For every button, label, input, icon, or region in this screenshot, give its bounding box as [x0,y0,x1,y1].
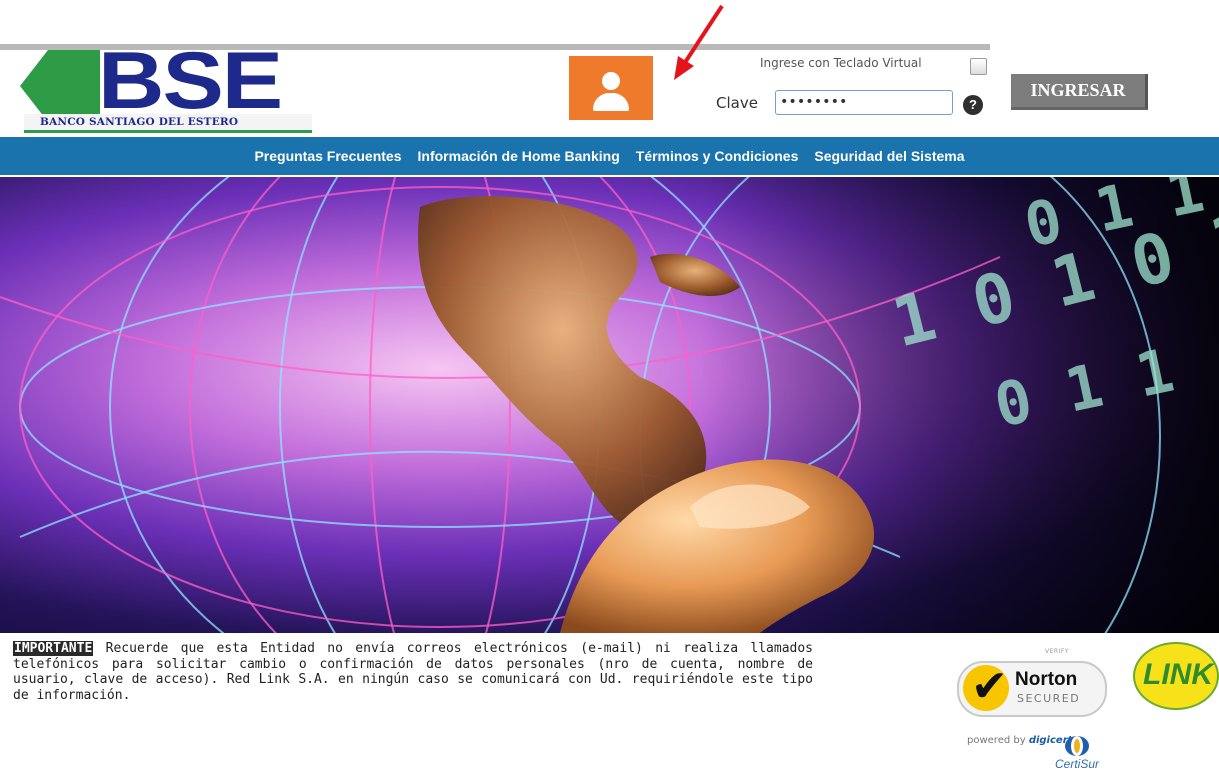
password-input[interactable]: •••••••• [775,90,953,115]
certisur-badge[interactable]: CertiSur [1044,735,1110,775]
certisur-icon [1065,736,1089,756]
red-link-logo[interactable]: LINK [1133,642,1219,710]
important-text: Recuerde que esta Entidad no envía corre… [13,641,813,703]
main-nav: Preguntas Frecuentes Información de Home… [0,137,1219,175]
password-label: Clave [716,94,758,112]
user-icon [569,56,653,120]
ingresar-button[interactable]: INGRESAR [1011,74,1148,110]
red-arrow-annotation [674,4,724,80]
hero-globe-image: 0 1 1 1 0 1 0 1 0 1 1 [0,177,1219,633]
nav-preguntas-frecuentes[interactable]: Preguntas Frecuentes [254,148,401,164]
important-notice: IMPORTANTE Recuerde que esta Entidad no … [13,641,813,703]
checkmark-icon: ✔ [971,661,1008,712]
bse-logo[interactable]: BSE BANCO SANTIAGO DEL ESTERO [14,40,314,133]
nav-informacion-home-banking[interactable]: Información de Home Banking [418,148,620,164]
norton-verify-label: VERIFY [1045,648,1069,655]
important-tag: IMPORTANTE [13,641,94,656]
logo-bank-name: BANCO SANTIAGO DEL ESTERO [24,114,312,133]
hero-globe-graphic: 0 1 1 1 0 1 0 1 0 1 1 [0,177,1219,633]
link-logo-text: LINK [1143,658,1213,691]
certisur-text: CertiSur [1054,757,1099,771]
nav-terminos-condiciones[interactable]: Términos y Condiciones [636,148,799,164]
nav-seguridad-sistema[interactable]: Seguridad del Sistema [814,148,964,164]
virtual-keyboard-checkbox[interactable] [970,58,987,75]
virtual-keyboard-label: Ingrese con Teclado Virtual [760,56,922,70]
norton-secured-label: SECURED [1017,692,1081,705]
norton-name: Norton [1015,669,1078,690]
norton-badge-body: ✔ Norton SECURED [957,661,1107,717]
logo-letters: BSE [98,35,283,126]
logo-green-chevron [20,50,100,122]
question-circle-icon[interactable]: ? [963,95,983,115]
